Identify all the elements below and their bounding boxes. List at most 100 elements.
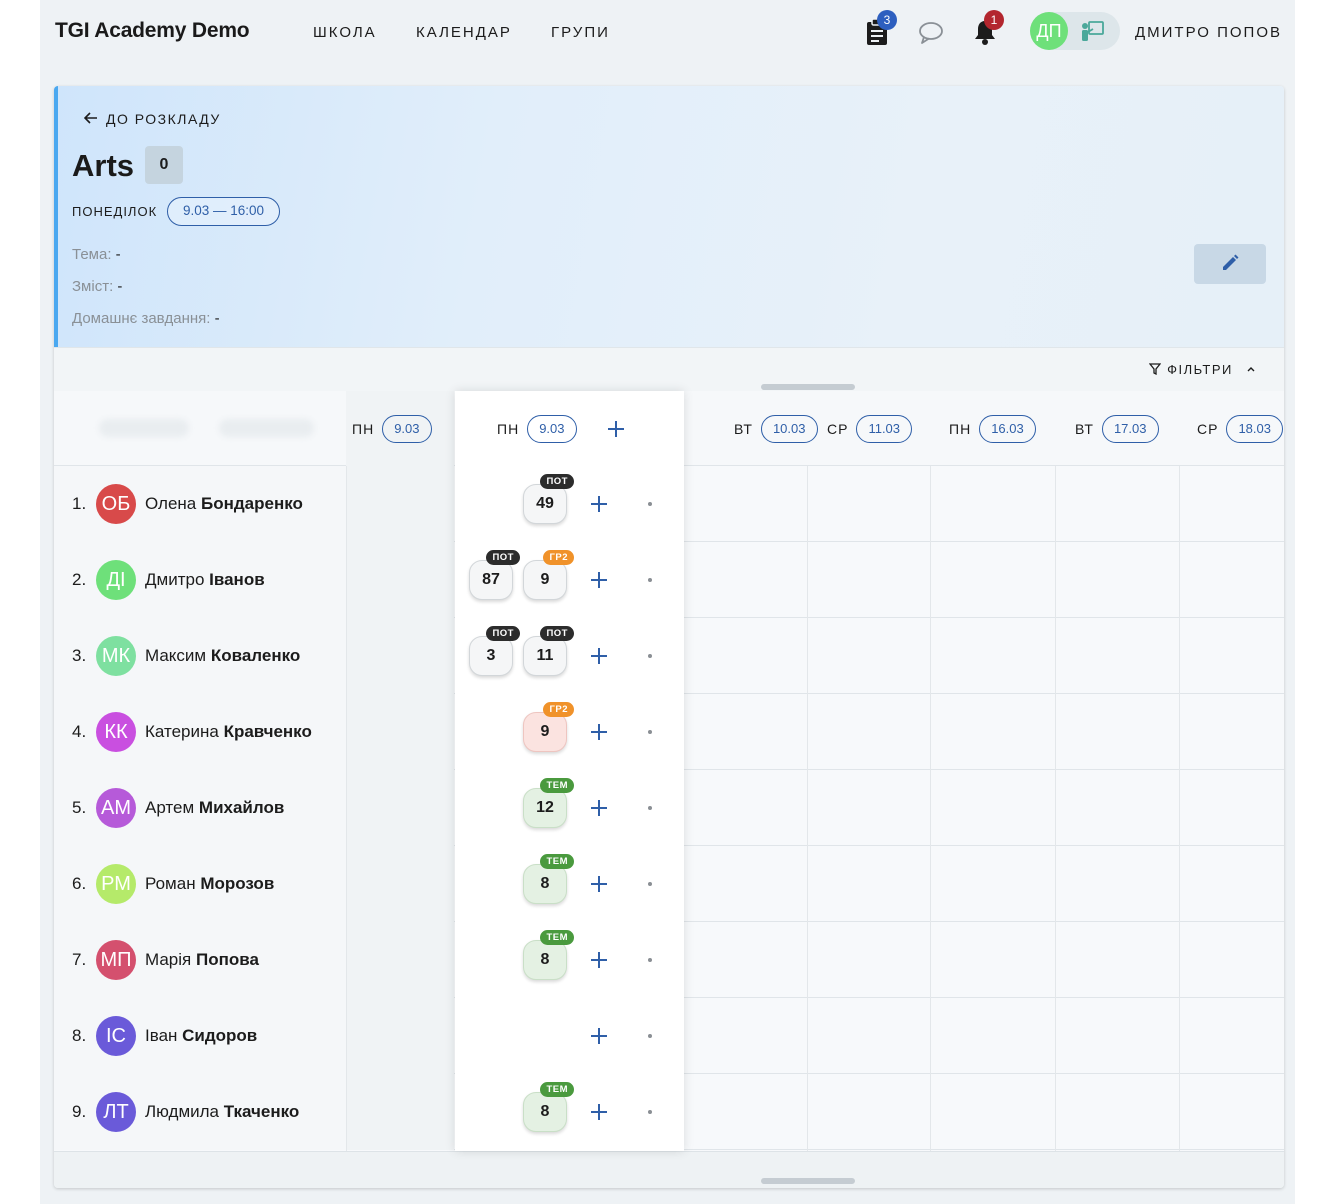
user-name[interactable]: ДМИТРО ПОПОВ (1135, 24, 1282, 41)
attendance-dot[interactable] (648, 958, 652, 962)
column-day: СР (1197, 421, 1219, 437)
first-name: Роман (145, 874, 196, 893)
grade-chip[interactable]: 9 ГР2 (523, 550, 574, 600)
column-header-0[interactable]: ПН 9.03 (352, 415, 432, 443)
add-grade-button[interactable] (589, 722, 609, 742)
column-header-6[interactable]: СР 18.03 (1197, 415, 1283, 443)
add-grade-button[interactable] (589, 1102, 609, 1122)
nav-school[interactable]: ШКОЛА (313, 24, 377, 41)
grade-value: 8 (540, 951, 550, 968)
last-name: Іванов (209, 570, 265, 589)
attendance-dot[interactable] (648, 1034, 652, 1038)
column-header-2[interactable]: ВТ 10.03 (734, 415, 818, 443)
grade-chip[interactable]: 8 ТЕМ (523, 1082, 574, 1132)
grade-chip[interactable]: 12 ТЕМ (523, 778, 574, 828)
horizontal-scrollbar[interactable] (761, 1178, 855, 1184)
add-grade-button[interactable] (589, 874, 609, 894)
user-menu[interactable]: ДП (1030, 12, 1120, 50)
grade-chip[interactable]: 8 ТЕМ (523, 930, 574, 980)
add-grade-button[interactable] (589, 570, 609, 590)
column-day: СР (827, 421, 849, 437)
add-grade-button[interactable] (589, 798, 609, 818)
edit-lesson-button[interactable] (1194, 244, 1266, 284)
homework-line: Домашнє завдання: - (72, 310, 220, 327)
student-name[interactable]: Максим Коваленко (145, 646, 300, 666)
column-header-3[interactable]: СР 11.03 (827, 415, 913, 443)
grade-chip[interactable]: 11 ПОТ (523, 626, 574, 676)
attendance-dot[interactable] (648, 806, 652, 810)
column-date-chip: 11.03 (856, 415, 913, 443)
past-lesson-cell[interactable] (346, 466, 454, 542)
attendance-dot[interactable] (648, 654, 652, 658)
grade-chip[interactable]: 3 ПОТ (469, 626, 520, 676)
grade-chip[interactable]: 9 ГР2 (523, 702, 574, 752)
nav-groups[interactable]: ГРУПИ (551, 24, 610, 41)
past-lesson-cell[interactable] (346, 998, 454, 1074)
student-name[interactable]: Дмитро Іванов (145, 570, 265, 590)
past-lesson-cell[interactable] (346, 922, 454, 998)
student-name[interactable]: Олена Бондаренко (145, 494, 303, 514)
grade-chip[interactable]: 49 ПОТ (523, 474, 574, 524)
student-name[interactable]: Іван Сидоров (145, 1026, 257, 1046)
grade-chip[interactable]: 8 ТЕМ (523, 854, 574, 904)
plus-icon (591, 1028, 607, 1044)
row-number: 6. (72, 874, 87, 893)
column-header-5[interactable]: ВТ 17.03 (1075, 415, 1159, 443)
student-name[interactable]: Артем Михайлов (145, 798, 284, 818)
topic-line: Тема: - (72, 246, 121, 263)
avatar: РМ (96, 864, 136, 904)
grade-chip[interactable]: 87 ПОТ (469, 550, 520, 600)
attendance-dot[interactable] (648, 578, 652, 582)
collapse-handle[interactable] (761, 384, 855, 390)
homework-label: Домашнє завдання: (72, 310, 211, 327)
student-name[interactable]: Катерина Кравченко (145, 722, 312, 742)
horizontal-scroll-area (54, 1151, 1284, 1188)
column-day: ПН (497, 421, 520, 437)
brand-logo[interactable]: TGI Academy Demo (55, 19, 250, 43)
row-number: 4. (72, 722, 87, 741)
grade-value: 8 (540, 1103, 550, 1120)
column-header-1[interactable]: ПН 9.03 (497, 415, 577, 443)
row-number: 1. (72, 494, 87, 513)
notifications-badge: 1 (984, 10, 1004, 30)
avatar: ДІ (96, 560, 136, 600)
past-lesson-cell[interactable] (346, 846, 454, 922)
pencil-icon (1223, 254, 1239, 270)
first-name: Олена (145, 494, 197, 513)
teacher-icon (1080, 20, 1104, 42)
arrow-left-icon (83, 111, 100, 129)
add-column-grade-button[interactable] (606, 419, 626, 439)
past-lesson-cell[interactable] (346, 694, 454, 770)
column-divider (1055, 466, 1056, 1151)
past-lesson-cell[interactable] (346, 542, 454, 618)
first-name: Іван (145, 1026, 178, 1045)
column-divider (807, 466, 808, 1151)
nav-calendar[interactable]: КАЛЕНДАР (416, 24, 512, 41)
chat-icon[interactable] (918, 18, 944, 46)
add-grade-button[interactable] (589, 494, 609, 514)
grade-value: 49 (536, 495, 554, 512)
past-lesson-cell[interactable] (346, 1074, 454, 1150)
grade-value: 9 (540, 723, 550, 740)
attendance-dot[interactable] (648, 730, 652, 734)
column-header-4[interactable]: ПН 16.03 (949, 415, 1036, 443)
past-lesson-cell[interactable] (346, 618, 454, 694)
add-grade-button[interactable] (589, 646, 609, 666)
blurred-placeholder (219, 419, 314, 437)
grade-value: 8 (540, 875, 550, 892)
past-lesson-cell[interactable] (346, 770, 454, 846)
back-to-schedule-button[interactable]: ДО РОЗКЛАДУ (83, 111, 221, 129)
student-name[interactable]: Людмила Ткаченко (145, 1102, 299, 1122)
homework-value: - (214, 310, 220, 327)
add-grade-button[interactable] (589, 950, 609, 970)
attendance-dot[interactable] (648, 502, 652, 506)
student-name[interactable]: Марія Попова (145, 950, 259, 970)
add-grade-button[interactable] (589, 1026, 609, 1046)
attendance-dot[interactable] (648, 1110, 652, 1114)
row-number: 5. (72, 798, 87, 817)
student-name[interactable]: Роман Морозов (145, 874, 274, 894)
grade-type-tag: ТЕМ (540, 930, 574, 945)
filters-toggle[interactable]: ФІЛЬТРИ (1148, 362, 1256, 377)
attendance-dot[interactable] (648, 882, 652, 886)
last-name: Коваленко (210, 646, 301, 665)
